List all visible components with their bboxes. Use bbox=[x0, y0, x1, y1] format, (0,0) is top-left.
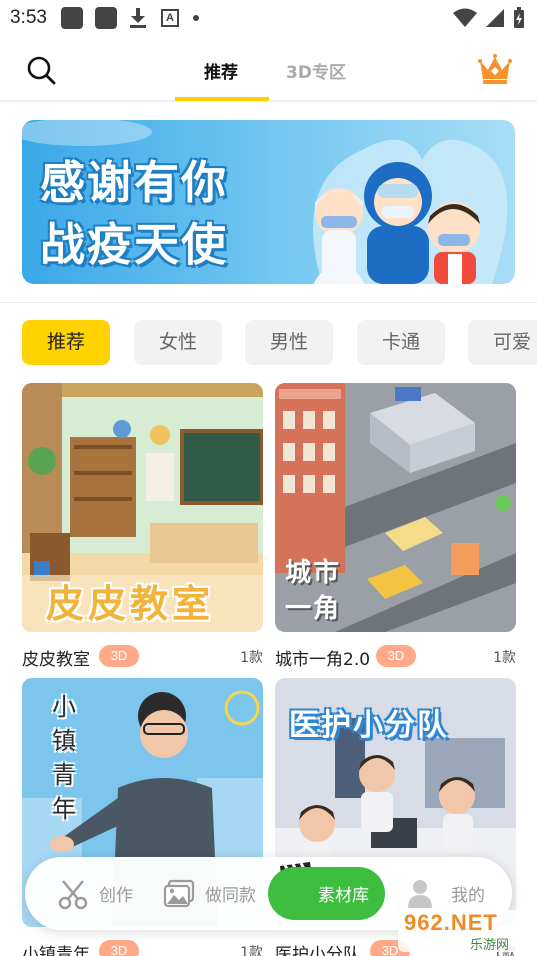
badge-3d: 3D bbox=[376, 645, 416, 667]
crown-vip-icon[interactable] bbox=[477, 52, 513, 86]
card-thumbnail[interactable]: 皮皮教室 bbox=[22, 383, 263, 632]
tab-recommend[interactable]: 推荐 bbox=[204, 58, 238, 83]
card-art-title: 城市一角 bbox=[285, 558, 342, 624]
download-icon bbox=[129, 7, 147, 29]
wifi-icon bbox=[453, 8, 477, 27]
card-title: 小镇青年 bbox=[22, 945, 90, 956]
category-chips: 推荐 女性 男性 卡通 可爱 bbox=[22, 320, 537, 366]
notification-app-icon bbox=[60, 7, 83, 29]
signal-icon bbox=[486, 9, 504, 27]
banner-text-line-1: 感谢有你 bbox=[40, 156, 229, 209]
chip-cartoon[interactable]: 卡通 bbox=[357, 320, 445, 365]
template-card[interactable]: 皮皮教室 皮皮教室 3D 1款 bbox=[22, 383, 263, 670]
card-count: 1款 bbox=[240, 945, 263, 956]
notification-app-icon-2 bbox=[94, 7, 117, 29]
tab-3d-zone[interactable]: 3D专区 bbox=[286, 58, 346, 83]
card-title: 城市一角2.0 bbox=[275, 650, 371, 670]
app-screen: 3:53 A 推荐 3D专区 感谢有你 战疫天使 推荐 女性 男性 卡通 可爱 … bbox=[0, 0, 537, 956]
status-time: 3:53 bbox=[10, 7, 47, 28]
card-thumbnail[interactable]: 城市一角 bbox=[275, 383, 516, 632]
active-tab-indicator bbox=[175, 97, 269, 101]
nav-create[interactable]: 创作 bbox=[57, 857, 133, 930]
scissors-icon bbox=[58, 879, 88, 909]
badge-3d: 3D bbox=[99, 645, 139, 667]
section-divider bbox=[0, 302, 537, 303]
card-title: 医护小分队 bbox=[275, 945, 360, 956]
battery-icon bbox=[514, 7, 524, 28]
nav-material-library-label: 素材库 bbox=[318, 886, 369, 906]
image-icon bbox=[163, 879, 195, 907]
accessibility-a-icon: A bbox=[160, 9, 179, 27]
card-art-title: 小镇青年 bbox=[52, 693, 76, 823]
badge-3d: 3D bbox=[99, 940, 139, 956]
chip-female[interactable]: 女性 bbox=[134, 320, 222, 365]
card-art-title: 医护小分队 bbox=[289, 708, 449, 743]
person-icon bbox=[408, 879, 432, 908]
template-card[interactable]: 城市一角 城市一角2.0 3D 1款 bbox=[275, 383, 516, 670]
promo-banner[interactable]: 感谢有你 战疫天使 bbox=[22, 120, 515, 284]
more-notifications-dot-icon bbox=[192, 15, 199, 21]
nav-make-same[interactable]: 做同款 bbox=[163, 857, 256, 930]
card-art-title: 皮皮教室 bbox=[46, 582, 215, 626]
watermark-brand: 962.NET bbox=[404, 910, 498, 935]
chip-cute[interactable]: 可爱 bbox=[468, 320, 537, 365]
watermark-sub: 乐游网 bbox=[470, 938, 510, 953]
card-count: 1款 bbox=[240, 650, 263, 666]
chip-recommend[interactable]: 推荐 bbox=[22, 320, 110, 365]
card-count: 1款 bbox=[493, 650, 516, 666]
card-title: 皮皮教室 bbox=[22, 650, 90, 670]
nav-mine-label: 我的 bbox=[451, 886, 485, 906]
search-icon[interactable] bbox=[25, 54, 57, 86]
nav-make-same-label: 做同款 bbox=[205, 886, 256, 906]
nav-material-library[interactable]: 素材库 bbox=[268, 867, 385, 920]
status-bar: 3:53 A bbox=[0, 0, 537, 36]
chip-male[interactable]: 男性 bbox=[245, 320, 333, 365]
banner-text-line-2: 战疫天使 bbox=[40, 218, 229, 271]
nav-create-label: 创作 bbox=[99, 886, 133, 906]
site-watermark: 962.NET 乐游网 bbox=[398, 908, 532, 954]
top-nav: 推荐 3D专区 bbox=[0, 40, 537, 102]
